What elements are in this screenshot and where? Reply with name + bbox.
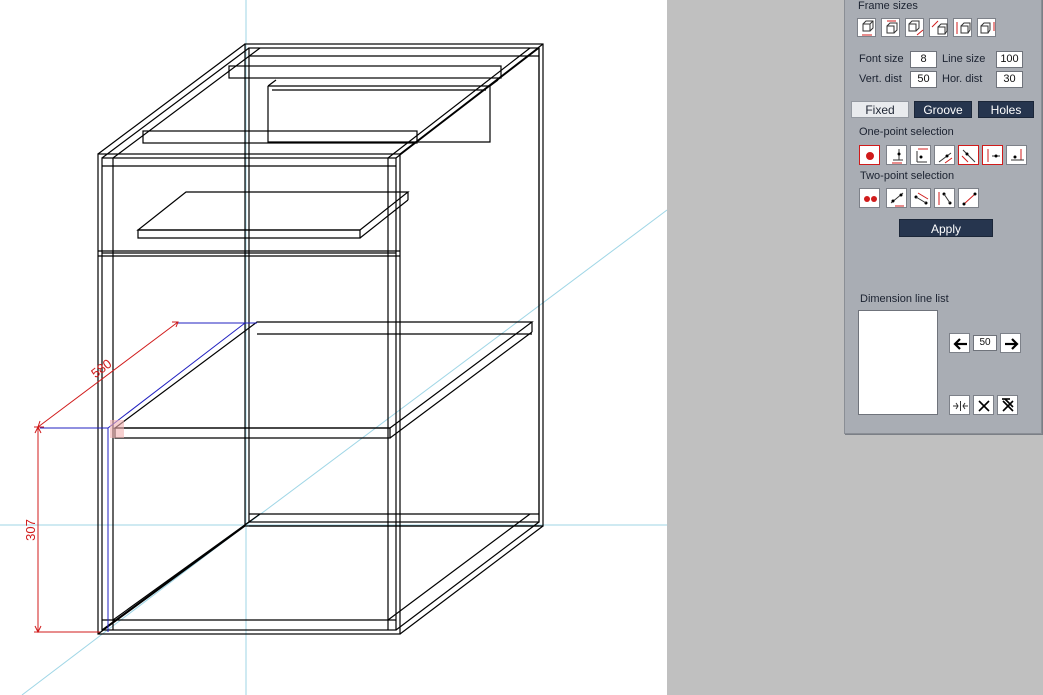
two-point-horizontal-icon[interactable] — [886, 188, 907, 208]
two-point-diagonal-icon[interactable] — [910, 188, 931, 208]
frame-height-right-icon[interactable] — [977, 18, 996, 37]
font-size-input[interactable]: 8 — [910, 51, 937, 68]
hor-dist-label: Hor. dist — [942, 73, 983, 85]
tab-holes[interactable]: Holes — [978, 101, 1034, 118]
dimension-line-list[interactable] — [858, 310, 938, 415]
collapse-icon[interactable] — [949, 395, 970, 415]
dimension-line-list-title: Dimension line list — [860, 293, 949, 305]
two-point-select-icon[interactable] — [859, 188, 880, 208]
point-diag-select-icon[interactable] — [958, 145, 979, 165]
frame-width-top-icon[interactable] — [881, 18, 900, 37]
frame-depth-icon[interactable] — [905, 18, 924, 37]
delete-all-icon[interactable] — [997, 395, 1018, 415]
vert-dist-label: Vert. dist — [859, 73, 902, 85]
frame-height-icon[interactable] — [953, 18, 972, 37]
3d-viewport[interactable]: 580 307 — [0, 0, 667, 695]
point-vertical-icon[interactable] — [1006, 145, 1027, 165]
two-point-selection-title: Two-point selection — [860, 170, 955, 182]
point-select-icon[interactable] — [859, 145, 880, 165]
cabinet-wireframe: 580 307 — [0, 0, 667, 695]
delete-icon[interactable] — [973, 395, 994, 415]
step-value-input[interactable]: 50 — [973, 335, 997, 351]
apply-button[interactable]: Apply — [899, 219, 993, 237]
font-size-label: Font size — [859, 53, 904, 65]
vert-dist-input[interactable]: 50 — [910, 71, 937, 88]
frame-diagonal-icon[interactable] — [929, 18, 948, 37]
point-horizontal-icon[interactable] — [886, 145, 907, 165]
two-point-line-icon[interactable] — [958, 188, 979, 208]
line-size-input[interactable]: 100 — [996, 51, 1023, 68]
arrow-right-icon[interactable] — [1000, 333, 1021, 353]
tab-groove[interactable]: Groove — [914, 101, 972, 118]
tab-fixed[interactable]: Fixed — [851, 101, 909, 118]
frame-width-bottom-icon[interactable] — [857, 18, 876, 37]
dimension-height-label: 307 — [23, 519, 38, 541]
point-top-icon[interactable] — [910, 145, 931, 165]
frame-sizes-title: Frame sizes — [858, 0, 918, 12]
hor-dist-input[interactable]: 30 — [996, 71, 1023, 88]
dimension-width-label: 580 — [88, 356, 114, 381]
one-point-selection-title: One-point selection — [859, 126, 954, 138]
point-diagonal-icon[interactable] — [934, 145, 955, 165]
two-point-vertical-icon[interactable] — [934, 188, 955, 208]
arrow-left-icon[interactable] — [949, 333, 970, 353]
point-vertical-select-icon[interactable] — [982, 145, 1003, 165]
line-size-label: Line size — [942, 53, 986, 65]
